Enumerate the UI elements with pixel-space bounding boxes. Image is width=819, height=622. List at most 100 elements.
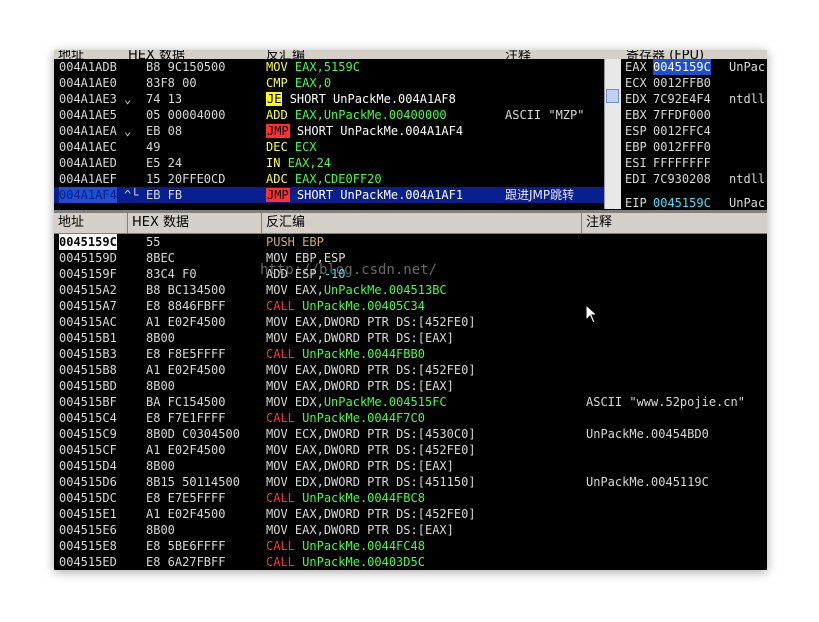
register-eax[interactable]: EAX 0045159C UnPac [625,59,765,75]
operands: EAX,UnPackMe.004513BC [294,283,447,297]
row-address: 004A1AE0 [59,76,117,90]
row-address: 004A1AEA [59,124,117,138]
jump-marker: ^└ [124,188,139,202]
cpu-row[interactable]: 004A1ADB B8 9C150500 MOV EAX,5159C [54,59,604,75]
col-disasm[interactable]: 反汇编 [266,50,305,59]
opcode: MOV [266,523,288,537]
disasm-row[interactable]: 004515E8 E8 5BE6FFFF CALL UnPackMe.0044FC4… [54,538,767,554]
cpu-row[interactable]: 004A1AEC 49 DEC ECX [54,139,604,155]
row-address: 004515BF [59,395,117,409]
register-esp[interactable]: ESP 0012FFC4 [625,123,711,139]
row-disasm: ADD EAX,UnPackMe.00400000 [266,107,447,123]
cpu-scrollbar[interactable] [604,59,621,209]
opcode: MOV [266,315,288,329]
opcode: CALL [266,347,295,361]
operands: UnPackMe.0044F7C0 [302,411,425,425]
register-value[interactable]: FFFFFFFF [653,155,711,171]
cpu-row[interactable]: 004A1AE5 05 00004000 ADD EAX,UnPackMe.0040… [54,107,604,123]
registers-pane[interactable]: EAX 0045159C UnPac ECX 0012FFB0 EDX 7C92E4F4 nt… [621,59,767,209]
register-ecx[interactable]: ECX 0012FFB0 [625,75,711,91]
register-esi[interactable]: ESI FFFFFFFF [625,155,711,171]
cpu-row[interactable]: 004A1AEA ⌄ EB 08 JMP SHORT UnPackMe.004A1AF… [54,123,604,139]
cpu-row[interactable]: 004A1AE3 ⌄ 74 13 JE SHORT UnPackMe.004A1AF8 [54,91,604,107]
register-edx[interactable]: EDX 7C92E4F4 ntdll [625,91,765,107]
disasm-row[interactable]: 004515A2 B8 BC134500 MOV EAX,UnPackMe.0045… [54,282,767,298]
register-eip[interactable]: EIP 0045159C UnPac [625,195,765,209]
bottom-col-hex[interactable]: HEX 数据 [128,213,262,233]
disasm-row[interactable]: 004515DC E8 E7E5FFFF CALL UnPackMe.0044FBC… [54,490,767,506]
operands: EAX,DWORD PTR DS:[EAX] [294,379,454,393]
disasm-listing[interactable]: 0045159C 55 PUSH EBP 0045159D 8BEC MOV EBP,ES… [54,234,767,570]
disasm-row[interactable]: 004515B8 A1 E02F4500 MOV EAX,DWORD PTR DS:… [54,362,767,378]
row-comment: ASCII "www.52pojie.cn" [586,395,745,409]
register-edi[interactable]: EDI 7C930208 ntdll [625,171,765,187]
row-address: 004515BD [59,379,117,393]
operands: EAX,0 [294,76,332,90]
cpu-row[interactable]: 004A1AE0 83F8 00 CMP EAX,0 [54,75,604,91]
col-hex[interactable]: HEX 数据 [128,50,185,59]
row-address: 0045159F [59,267,117,281]
row-disasm: JMP SHORT UnPackMe.004A1AF4 [266,123,463,139]
register-ebp[interactable]: EBP 0012FFF0 [625,139,711,155]
row-disasm: JMP SHORT UnPackMe.004A1AF1 [266,187,463,203]
row-disasm: MOV EAX,DWORD PTR DS:[EAX] [266,378,454,394]
register-value[interactable]: 0012FFC4 [653,123,711,139]
disasm-row[interactable]: 004515ED E8 6A27FBFF CALL UnPackMe.00403D5… [54,554,767,570]
opcode: MOV [266,395,288,409]
disasm-row[interactable]: 004515C4 E8 F7E1FFFF CALL UnPackMe.0044F7C… [54,410,767,426]
register-desc: ntdll [729,92,766,106]
disasm-row[interactable]: 004515A7 E8 8846FBFF CALL UnPackMe.00405C3… [54,298,767,314]
opcode: CMP [266,76,288,90]
operands: EAX,24 [287,156,332,170]
row-hex: EB FB [146,188,183,202]
disasm-row[interactable]: 004515BF BA FC154500 MOV EDX,UnPackMe.0045… [54,394,767,410]
register-value[interactable]: 0045159C [653,59,711,75]
disasm-row[interactable]: 004515B1 8B00 MOV EAX,DWORD PTR DS:[EAX] [54,330,767,346]
bottom-col-disasm[interactable]: 反汇编 [262,213,582,233]
row-disasm: DEC ECX [266,139,317,155]
disasm-row[interactable]: 004515D6 8B15 50114500 MOV EDX,DWORD PTR D… [54,474,767,490]
row-hex: A1 E02F4500 [146,315,226,329]
row-disasm: CMP EAX,0 [266,75,331,91]
row-address: 004A1AED [59,156,117,170]
register-value[interactable]: 7C92E4F4 [653,91,711,107]
disasm-row[interactable]: 004515E6 8B00 MOV EAX,DWORD PTR DS:[EAX] [54,522,767,538]
row-disasm: MOV ECX,DWORD PTR DS:[4530C0] [266,426,476,442]
row-address: 004515B1 [59,331,117,345]
row-hex: 8B00 [146,379,175,393]
disasm-row[interactable]: 004515E1 A1 E02F4500 MOV EAX,DWORD PTR DS:… [54,506,767,522]
register-value[interactable]: 0045159C [653,195,711,209]
cpu-row[interactable]: 004A1AED E5 24 IN EAX,24 [54,155,604,171]
scroll-thumb[interactable] [606,89,619,103]
disasm-row[interactable]: 004515CF A1 E02F4500 MOV EAX,DWORD PTR DS:… [54,442,767,458]
register-value[interactable]: 7C930208 [653,171,711,187]
register-name: EBP [625,140,647,154]
disasm-row[interactable]: 004515B3 E8 F8E5FFFF CALL UnPackMe.0044FBB… [54,346,767,362]
register-value[interactable]: 7FFDF000 [653,107,711,123]
row-address: 004A1AEF [59,172,117,186]
register-name: EDI [625,172,647,186]
disasm-row[interactable]: 004515D4 8B00 MOV EAX,DWORD PTR DS:[EAX] [54,458,767,474]
bottom-col-addr[interactable]: 地址 [54,213,128,233]
register-ebx[interactable]: EBX 7FFDF000 [625,107,711,123]
register-name: ECX [625,76,647,90]
disasm-row[interactable]: 004515BD 8B00 MOV EAX,DWORD PTR DS:[EAX] [54,378,767,394]
cpu-row[interactable]: 004A1AEF 15 20FFE0CD ADC EAX,CDE0FF20 [54,171,604,187]
bottom-col-comment[interactable]: 注释 [582,213,767,233]
opcode: MOV [266,363,288,377]
operands: EAX,DWORD PTR DS:[EAX] [294,459,454,473]
col-comment[interactable]: 注释 [505,50,531,59]
opcode: ADD [266,108,288,122]
cpu-disasm-pane[interactable]: 004A1ADB B8 9C150500 MOV EAX,5159C 004A1AE0… [54,59,604,209]
register-value[interactable]: 0012FFB0 [653,75,711,91]
cpu-row[interactable]: 004A1AF4 ^└ EB FB JMP SHORT UnPackMe.004A1A… [54,187,604,203]
col-registers[interactable]: 寄存器 (FPU) [626,50,704,59]
register-value[interactable]: 0012FFF0 [653,139,711,155]
disasm-row[interactable]: 004515AC A1 E02F4500 MOV EAX,DWORD PTR DS:… [54,314,767,330]
row-disasm: CALL UnPackMe.0044FC48 [266,538,425,554]
disasm-row[interactable]: 004515C9 8B0D C0304500 MOV ECX,DWORD PTR D… [54,426,767,442]
row-hex: A1 E02F4500 [146,443,226,457]
disasm-row[interactable]: 0045159C 55 PUSH EBP [54,234,767,250]
opcode: DEC [266,140,288,154]
col-addr[interactable]: 地址 [58,50,84,59]
